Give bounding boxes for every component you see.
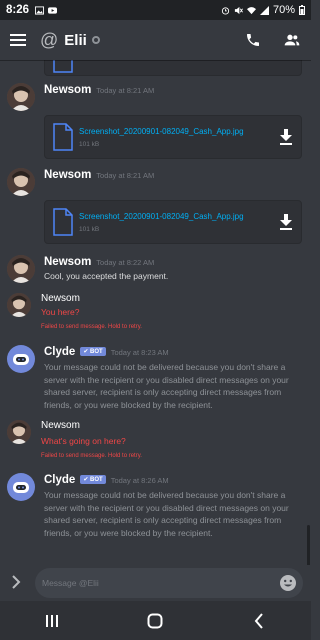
robot-icon bbox=[13, 354, 29, 365]
attachment-card[interactable]: Screenshot_20200901-082049_Cash_App.jpg … bbox=[44, 200, 302, 244]
back-button[interactable] bbox=[239, 606, 279, 636]
notification-icons bbox=[35, 5, 58, 15]
message-text: Your message could not be delivered beca… bbox=[44, 362, 289, 410]
mute-icon bbox=[234, 6, 243, 14]
chevron-right-icon[interactable] bbox=[11, 575, 21, 589]
battery-percent: 70% bbox=[272, 4, 295, 16]
members-icon[interactable] bbox=[283, 32, 301, 48]
download-icon[interactable] bbox=[279, 129, 293, 145]
timestamp: Today at 8:23 AM bbox=[110, 348, 169, 357]
avatar-image bbox=[7, 168, 35, 196]
attachment-filename[interactable]: Screenshot_20200901-082049_Cash_App.jpg bbox=[79, 127, 244, 136]
status-time: 8:26 bbox=[6, 4, 30, 16]
attachment-size: 101 kB bbox=[79, 141, 100, 148]
message-composer bbox=[0, 565, 311, 601]
avatar[interactable] bbox=[7, 420, 31, 444]
avatar[interactable] bbox=[7, 255, 35, 283]
bot-avatar[interactable] bbox=[7, 473, 35, 501]
author-name[interactable]: Newsom bbox=[44, 84, 91, 96]
dm-title[interactable]: Elii bbox=[64, 32, 87, 49]
attachment-card-partial[interactable] bbox=[44, 60, 302, 76]
file-icon bbox=[53, 208, 73, 236]
attachment-filename[interactable]: Screenshot_20200901-082049_Cash_App.jpg bbox=[79, 212, 244, 221]
status-indicator bbox=[91, 36, 100, 44]
timestamp: Today at 8:22 AM bbox=[96, 258, 155, 267]
wifi-icon bbox=[246, 6, 256, 14]
recents-icon bbox=[45, 614, 58, 627]
bot-badge: ✔ BOT bbox=[80, 347, 106, 356]
message-text: Cool, you accepted the payment. bbox=[44, 271, 169, 281]
avatar-image bbox=[7, 255, 35, 283]
timestamp: Today at 8:26 AM bbox=[110, 476, 169, 485]
message-list[interactable]: Newsom Today at 8:21 AM Screenshot_202009… bbox=[0, 60, 311, 565]
bot-avatar[interactable] bbox=[7, 345, 35, 373]
author-name[interactable]: Newsom bbox=[44, 169, 91, 181]
file-icon bbox=[53, 60, 73, 73]
author-name[interactable]: Clyde bbox=[44, 474, 75, 486]
signal-icon bbox=[259, 5, 269, 15]
robot-icon bbox=[13, 482, 29, 493]
timestamp: Today at 8:21 AM bbox=[96, 86, 155, 95]
avatar-image bbox=[7, 83, 35, 111]
system-nav-bar bbox=[0, 601, 311, 640]
avatar[interactable] bbox=[7, 168, 35, 196]
message-field[interactable] bbox=[35, 568, 303, 598]
battery-icon bbox=[299, 5, 305, 15]
at-icon: @ bbox=[40, 29, 59, 50]
youtube-notification-icon bbox=[48, 6, 58, 14]
file-icon bbox=[53, 123, 73, 151]
author-name[interactable]: Clyde bbox=[44, 346, 75, 358]
failed-send-note: Failed to send message. Hold to retry. bbox=[41, 324, 142, 330]
alarm-icon bbox=[221, 6, 230, 15]
failed-send-note: Failed to send message. Hold to retry. bbox=[41, 453, 142, 459]
recents-button[interactable] bbox=[32, 606, 72, 636]
avatar[interactable] bbox=[7, 83, 35, 111]
status-bar: 8:26 70% bbox=[0, 0, 311, 20]
attachment-size: 101 kB bbox=[79, 226, 100, 233]
avatar-image bbox=[7, 293, 31, 317]
author-name[interactable]: Newsom bbox=[44, 256, 91, 268]
failed-message-text[interactable]: You here? bbox=[41, 306, 299, 319]
scrollbar[interactable] bbox=[307, 525, 310, 565]
download-icon[interactable] bbox=[279, 214, 293, 230]
timestamp: Today at 8:21 AM bbox=[96, 171, 155, 180]
avatar-image bbox=[7, 420, 31, 444]
emoji-icon[interactable] bbox=[279, 574, 297, 592]
back-icon bbox=[254, 612, 263, 629]
attachment-card[interactable]: Screenshot_20200901-082049_Cash_App.jpg … bbox=[44, 115, 302, 159]
phone-icon[interactable] bbox=[245, 32, 261, 48]
home-button[interactable] bbox=[135, 606, 175, 636]
author-name[interactable]: Newsom bbox=[41, 293, 80, 304]
avatar[interactable] bbox=[7, 293, 31, 317]
author-name[interactable]: Newsom bbox=[41, 420, 80, 431]
system-status: 70% bbox=[221, 4, 305, 16]
home-icon bbox=[147, 613, 163, 628]
channel-header: @ Elii bbox=[0, 20, 311, 60]
message-input[interactable] bbox=[42, 574, 267, 592]
message-text: Your message could not be delivered beca… bbox=[44, 490, 289, 538]
bot-badge: ✔ BOT bbox=[80, 475, 106, 484]
image-notification-icon bbox=[35, 5, 45, 15]
menu-icon[interactable] bbox=[10, 33, 26, 47]
failed-message-text[interactable]: What's going on here? bbox=[41, 435, 299, 448]
